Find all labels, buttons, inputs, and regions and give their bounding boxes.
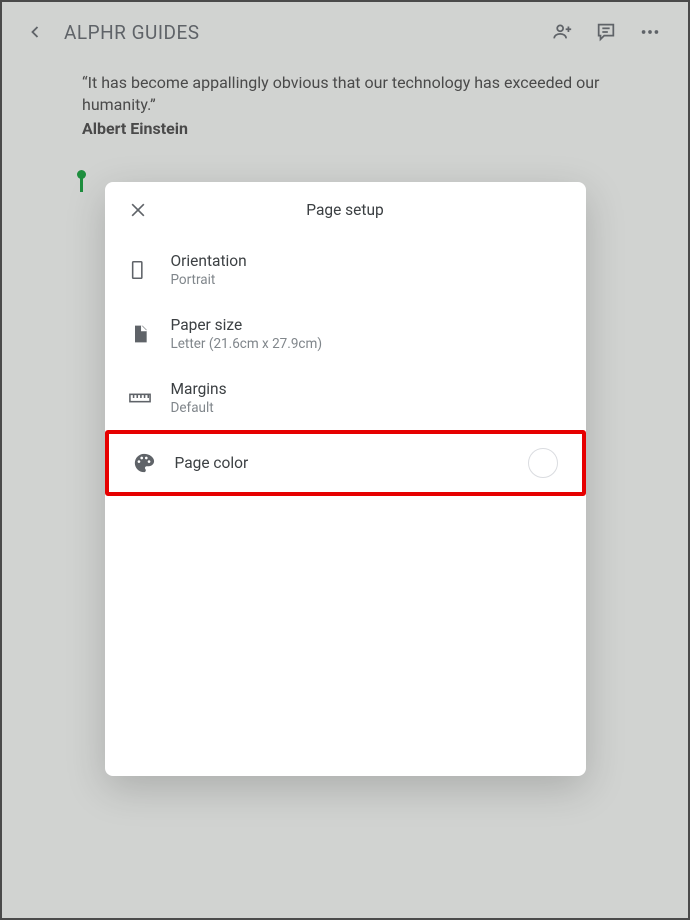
margins-value: Default (171, 400, 227, 416)
close-icon (128, 200, 148, 220)
paper-size-value: Letter (21.6cm x 27.9cm) (171, 336, 323, 352)
orientation-value: Portrait (171, 272, 247, 288)
page-color-option[interactable]: Page color (105, 430, 586, 496)
page-color-label: Page color (175, 454, 249, 472)
paper-size-option[interactable]: Paper size Letter (21.6cm x 27.9cm) (105, 302, 586, 366)
margins-label: Margins (171, 380, 227, 398)
modal-overlay: Page setup Orientation Portrait Paper si… (2, 2, 688, 918)
orientation-icon (129, 259, 151, 281)
modal-header: Page setup (105, 182, 586, 238)
modal-title: Page setup (306, 201, 383, 219)
close-button[interactable] (123, 195, 153, 225)
orientation-option[interactable]: Orientation Portrait (105, 238, 586, 302)
palette-icon (133, 452, 155, 474)
paper-size-label: Paper size (171, 316, 323, 334)
orientation-label: Orientation (171, 252, 247, 270)
page-icon (130, 324, 150, 344)
margins-option[interactable]: Margins Default (105, 366, 586, 430)
page-setup-modal: Page setup Orientation Portrait Paper si… (105, 182, 586, 776)
ruler-icon (129, 391, 151, 405)
page-color-swatch (528, 448, 558, 478)
